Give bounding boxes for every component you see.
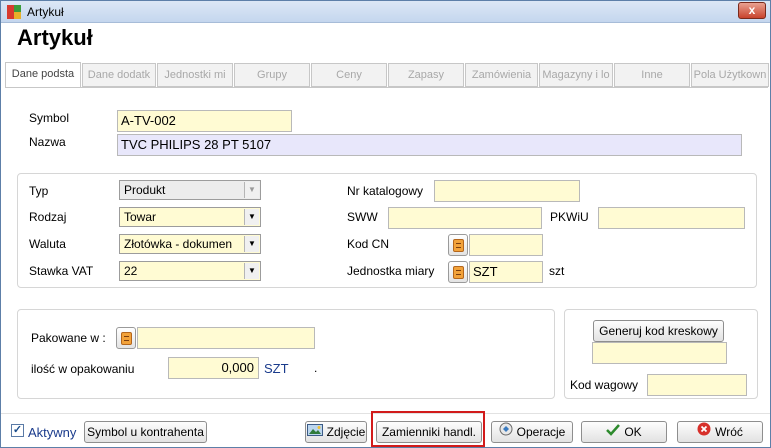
nr-katalogowy-input[interactable] [434,180,580,202]
app-icon [7,5,21,19]
ilosc-unit: SZT [264,361,289,376]
chevron-down-icon: ▼ [244,182,259,198]
chevron-down-icon[interactable]: ▼ [244,236,259,252]
tab-pola-uzytkownika[interactable]: Pola Użytkown [691,63,769,87]
kod-cn-picker-button[interactable] [448,234,468,256]
title-bar: Artykuł x [1,1,770,23]
ok-label: OK [624,425,642,439]
tab-inne[interactable]: Inne [614,63,690,87]
article-window: Artykuł x Artykuł Dane podsta Dane dodat… [0,0,771,448]
tab-ceny[interactable]: Ceny [311,63,387,87]
pkwiu-input[interactable] [598,207,745,229]
wroc-label: Wróć [715,425,743,439]
tab-magazyny[interactable]: Magazyny i lo [539,63,613,87]
typ-label: Typ [29,184,49,198]
waluta-label: Waluta [29,237,66,251]
tab-grupy[interactable]: Grupy [234,63,310,87]
symbol-input[interactable]: A-TV-002 [117,110,292,132]
pakowane-picker-button[interactable] [116,327,136,349]
packaging-group [17,309,555,399]
typ-select: Produkt ▼ [119,180,261,200]
list-picker-icon [121,332,132,345]
typ-value: Produkt [124,183,166,197]
kod-wagowy-label: Kod wagowy [570,378,639,392]
aktywny-checkbox[interactable]: ✓ [11,424,24,437]
tab-strip: Dane podsta Dane dodatk Jednostki mi Gru… [5,62,770,88]
close-button[interactable]: x [738,2,766,19]
pakowane-input[interactable] [137,327,315,349]
nazwa-input[interactable]: TVC PHILIPS 28 PT 5107 [117,134,742,156]
pkwiu-label: PKWiU [550,210,589,224]
ilosc-dot: . [314,361,318,375]
page-title: Artykuł [17,25,93,50]
stawka-vat-select[interactable]: 22 ▼ [119,261,261,281]
rodzaj-value: Towar [124,210,157,224]
chevron-down-icon[interactable]: ▼ [244,263,259,279]
kod-kreskowy-input[interactable] [592,342,727,364]
tab-jednostki-miary[interactable]: Jednostki mi [157,63,233,87]
jednostka-unit-label: szt [549,264,565,278]
symbol-label: Symbol [29,111,70,125]
ok-button[interactable]: OK [581,421,667,443]
pakowane-label: Pakowane w : [31,331,106,345]
sww-input[interactable] [388,207,542,229]
tab-divider [5,87,768,88]
tab-zamowienia[interactable]: Zamówienia [465,63,538,87]
checkmark-icon [606,422,621,442]
waluta-value: Złotówka - dokumen [124,237,233,251]
aktywny-label: Aktywny [28,425,77,440]
operacje-button[interactable]: Operacje [491,421,573,443]
list-picker-icon [453,266,464,279]
sww-label: SWW [347,210,378,224]
kod-cn-input[interactable] [469,234,543,256]
kod-wagowy-input[interactable] [647,374,747,396]
list-picker-icon [453,239,464,252]
zdjecie-label: Zdjęcie [326,425,366,439]
window-title: Artykuł [27,5,64,19]
wroc-button[interactable]: Wróć [677,421,763,443]
nr-katalogowy-label: Nr katalogowy [347,184,424,198]
waluta-select[interactable]: Złotówka - dokumen ▼ [119,234,261,254]
ilosc-label: ilość w opakowaniu [31,362,135,376]
generuj-kod-kreskowy-button[interactable]: Generuj kod kreskowy [593,320,724,342]
jednostka-miary-label: Jednostka miary [347,264,435,278]
stawka-vat-value: 22 [124,264,138,278]
operacje-label: Operacje [516,425,566,439]
rodzaj-label: Rodzaj [29,210,67,224]
tab-dane-podstawowe[interactable]: Dane podsta [5,62,81,88]
jednostka-picker-button[interactable] [448,261,468,283]
symbol-u-kontrahenta-button[interactable]: Symbol u kontrahenta [84,421,207,443]
highlight-box [371,411,485,447]
picture-icon [306,422,323,442]
kod-cn-label: Kod CN [347,237,390,251]
jednostka-miary-input[interactable]: SZT [469,261,543,283]
stawka-vat-label: Stawka VAT [29,264,94,278]
tab-dane-dodatkowe[interactable]: Dane dodatk [82,63,156,87]
tab-zapasy[interactable]: Zapasy [388,63,464,87]
zdjecie-button[interactable]: Zdjęcie [305,421,367,443]
ilosc-input[interactable]: 0,000 [168,357,259,379]
nazwa-label: Nazwa [29,135,66,149]
chevron-down-icon[interactable]: ▼ [244,209,259,225]
cancel-icon [697,422,711,442]
rodzaj-select[interactable]: Towar ▼ [119,207,261,227]
operations-icon [499,422,513,442]
